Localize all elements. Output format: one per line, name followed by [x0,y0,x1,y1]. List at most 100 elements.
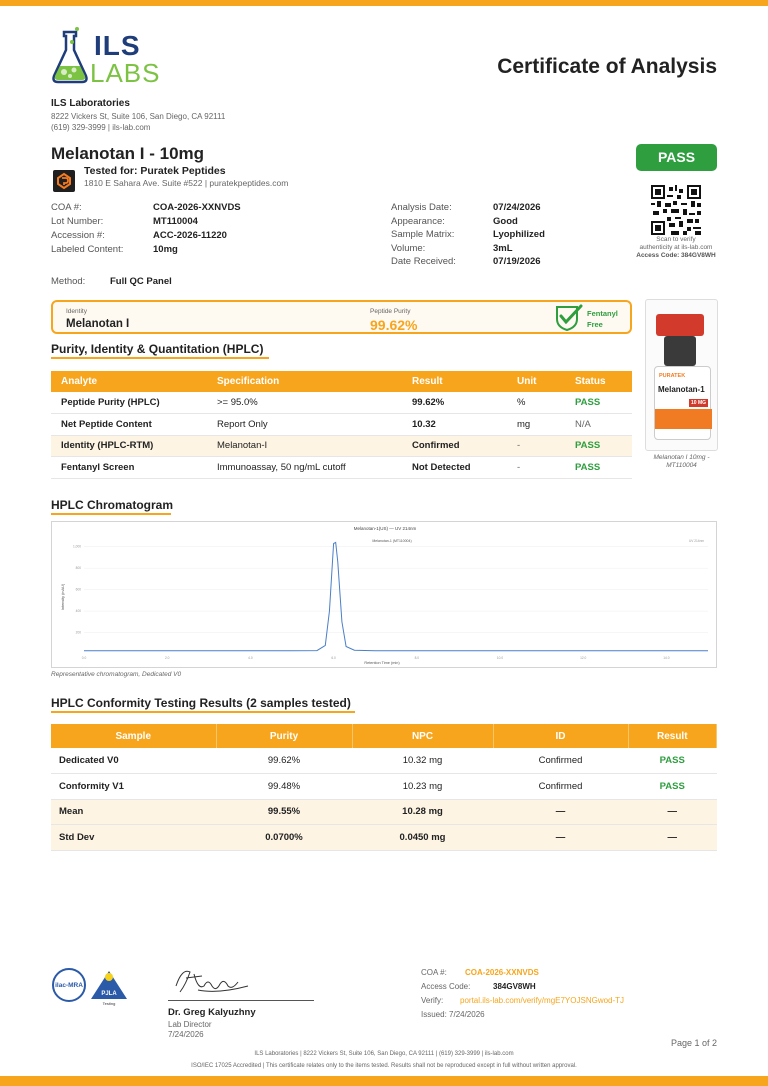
detail-value: 07/24/2026 [493,202,541,213]
puratek-logo-icon [57,172,71,190]
signatory-role: Lab Director [168,1020,212,1029]
sample-cell: Std Dev [51,824,216,851]
identity-label: Identity [66,308,87,315]
x-tick-label: 6.0 [331,656,336,660]
method-label: Method: [51,276,86,287]
verify-access-label: Access Code: [421,982,471,991]
plot-title: Melanotan-1(US) — UV 214nm [354,526,417,531]
npc-cell: 0.0450 mg [352,824,493,851]
ilac-text: ilac-MRA [55,982,83,989]
id-cell: Confirmed [493,773,628,800]
verify-link[interactable]: portal.ils-lab.com/verify/mgE7YOJSNGwod-… [460,996,624,1005]
detail-row: Volume: 3mL [391,243,611,257]
analyte-cell: Net Peptide Content [51,413,207,436]
unit-cell: - [507,435,565,457]
lab-name: ILS Laboratories [51,98,130,109]
verify-coa-row: COA #: COA-2026-XXNVDS [421,968,721,982]
pjla-text: PJLA [101,991,117,997]
status-cell: PASS [565,456,632,479]
detail-label: Accession #: [51,230,105,241]
signature-image [168,964,258,1000]
result-cell: Confirmed [402,435,507,457]
table-row: Identity (HPLC-RTM) Melanotan-I Confirme… [51,435,632,457]
signature-line [168,1000,314,1001]
purity-cell: 99.48% [216,773,352,800]
qr-auth-text: authenticity at ils-lab.com [639,244,713,251]
conformity-table: Sample Purity NPC ID Result Dedicated V0… [51,724,717,851]
npc-cell: 10.28 mg [352,799,493,825]
detail-row: COA #: COA-2026-XXNVDS [51,202,331,216]
qr-access-code: Access Code: 384GV8WH [636,252,716,259]
y-tick-label: 600 [76,588,82,592]
vial-label-band [655,409,712,429]
x-tick-label: 0.0 [82,656,87,660]
detail-row: Date Received: 07/19/2026 [391,256,611,270]
pjla-sub-text: Testing [103,1001,116,1006]
product-title: Melanotan I - 10mg [51,144,205,163]
detail-label: COA #: [51,202,82,213]
detail-value: 10mg [153,244,178,255]
detail-row: Sample Matrix: Lyophilized [391,229,611,243]
detail-label: Analysis Date: [391,202,452,213]
footer-line-2: ISO/IEC 17025 Accredited | This certific… [191,1063,577,1069]
unit-cell: mg [507,413,565,436]
footer-line-1: ILS Laboratories | 8222 Vickers St, Suit… [254,1051,514,1057]
hplc-section-underline [51,357,269,359]
hplc-section-title: Purity, Identity & Quantitation (HPLC) [51,342,264,356]
pass-badge: PASS [636,144,717,171]
column-header: ID [493,724,629,748]
verify-link-row: Verify: portal.ils-lab.com/verify/mgE7YOJ… [421,996,721,1010]
column-header: Result [628,724,717,748]
column-header: Specification [207,371,402,392]
qr-code[interactable] [651,185,701,235]
id-cell: Confirmed [493,748,628,774]
result-cell: Not Detected [402,456,507,479]
detail-row: Accession #: ACC-2026-11220 [51,230,331,244]
y-tick-label: 1,000 [73,545,81,549]
id-cell: — [493,824,628,851]
purity-cell: 99.55% [216,799,352,825]
series-line-uv [84,541,708,652]
column-header: Sample [51,724,217,748]
analyte-cell: Peptide Purity (HPLC) [51,392,207,414]
identity-value: Melanotan I [66,318,130,330]
peak-label: Melanotan-1 (MT110004) [372,539,411,543]
detail-label: Appearance: [391,215,445,227]
analyte-cell: Fentanyl Screen [51,456,207,479]
client-logo [53,170,75,192]
top-accent-bar [0,0,768,6]
spec-cell: Report Only [207,413,402,436]
fentanyl-line1: Fentanyl [587,309,618,318]
purity-cell: 99.62% [216,748,352,774]
chromatogram-title: HPLC Chromatogram [51,498,174,512]
logo-labs-text: LABS [90,58,161,88]
table-row: Conformity V1 99.48% 10.23 mg Confirmed … [51,773,717,800]
ils-labs-logo: ILS LABS [50,26,170,88]
spec-cell: Melanotan-I [207,435,402,457]
spec-cell: Immunoassay, 50 ng/mL cutoff [207,456,402,479]
lab-contact: (619) 329-3999 | ils-lab.com [51,123,151,132]
product-image-caption-2: MT110004 [666,462,697,469]
client-address: 1810 E Sahara Ave. Suite #522 | puratekp… [84,178,289,188]
table-row: Peptide Purity (HPLC) >= 95.0% 99.62% % … [51,392,632,414]
result-cell: — [628,824,717,851]
chromatogram-plot: Melanotan-1(US) — UV 214nm Melanotan-1 (… [61,526,708,665]
y-tick-label: 800 [76,566,82,570]
spec-cell: >= 95.0% [207,392,402,414]
detail-row: Appearance: Good [391,216,611,230]
detail-value: 3mL [493,242,513,254]
result-cell: PASS [628,773,717,800]
conformity-header-row: Sample Purity NPC ID Result [51,724,717,748]
table-row: Dedicated V0 99.62% 10.32 mg Confirmed P… [51,748,717,774]
detail-label: Sample Matrix: [391,229,455,240]
detail-label: Date Received: [391,256,456,267]
x-tick-label: 12.0 [580,656,586,660]
y-tick-label: 200 [76,631,82,635]
result-cell: PASS [628,748,717,774]
vial-body: PURATEK Melanotan-1 10 MG [654,366,712,440]
verify-issued: Issued: 7/24/2026 [421,1010,485,1019]
detail-label: Lot Number: [51,216,104,227]
document-title: Certificate of Analysis [497,55,717,78]
column-header: NPC [352,724,494,748]
qc-results-table: Analyte Specification Result Unit Status… [51,371,632,479]
